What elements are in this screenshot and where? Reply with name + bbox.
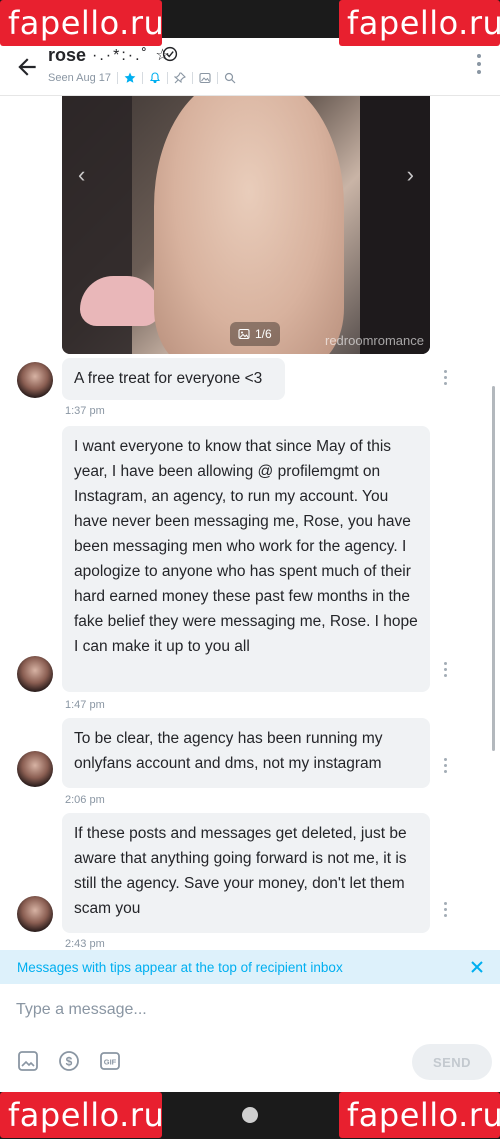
star-icon[interactable] xyxy=(124,72,136,84)
tips-banner: Messages with tips appear at the top of … xyxy=(0,950,500,984)
gif-icon[interactable]: GIF xyxy=(99,1050,121,1072)
photo-subject xyxy=(154,96,344,354)
image-watermark: redroomromance xyxy=(325,333,424,348)
pin-icon[interactable] xyxy=(174,72,186,84)
scrollbar[interactable] xyxy=(492,386,495,751)
message-input[interactable] xyxy=(16,996,476,1024)
message-options-icon[interactable] xyxy=(444,902,448,920)
avatar[interactable] xyxy=(17,362,53,398)
message-options-icon[interactable] xyxy=(444,758,448,776)
image-upload-icon[interactable] xyxy=(17,1050,39,1072)
header-meta-row: Seen Aug 17 xyxy=(48,72,236,84)
svg-text:$: $ xyxy=(66,1055,73,1069)
gallery-icon[interactable] xyxy=(199,72,211,84)
search-icon[interactable] xyxy=(224,72,236,84)
message-time: 2:06 pm xyxy=(65,794,105,806)
back-arrow-icon[interactable] xyxy=(14,54,40,80)
more-options-icon[interactable] xyxy=(476,54,482,76)
message-bubble: A free treat for everyone <3 xyxy=(62,358,285,400)
watermark-bottom-left: fapello.ru xyxy=(0,1092,164,1138)
message-composer: $ GIF SEND xyxy=(0,984,500,1092)
divider xyxy=(192,72,194,84)
message-bubble: To be clear, the agency has been running… xyxy=(62,718,430,788)
svg-text:GIF: GIF xyxy=(104,1058,117,1067)
bell-icon[interactable] xyxy=(149,72,161,84)
watermark-bottom-right: fapello.ru xyxy=(339,1092,500,1138)
chevron-right-icon[interactable]: › xyxy=(407,162,414,188)
verified-check-icon xyxy=(162,46,178,62)
message-time: 2:43 pm xyxy=(65,938,105,950)
media-counter-text: 1/6 xyxy=(255,327,272,341)
dollar-tip-icon[interactable]: $ xyxy=(58,1050,80,1072)
avatar[interactable] xyxy=(17,656,53,692)
chevron-left-icon[interactable]: ‹ xyxy=(78,162,85,188)
close-icon[interactable] xyxy=(470,960,484,974)
message-options-icon[interactable] xyxy=(444,662,448,680)
message-bubble: If these posts and messages get deleted,… xyxy=(62,813,430,933)
contact-name-decoration: ·.·*:·.˚ ☆ xyxy=(92,47,172,64)
avatar[interactable] xyxy=(17,751,53,787)
tips-banner-text: Messages with tips appear at the top of … xyxy=(17,959,343,975)
divider xyxy=(117,72,119,84)
message-time: 1:47 pm xyxy=(65,699,105,711)
photo-pillow xyxy=(80,276,160,326)
message-list: ‹ › 1/6 redroomromance A free treat for … xyxy=(0,96,500,950)
divider xyxy=(217,72,219,84)
media-attachment[interactable]: ‹ › 1/6 redroomromance xyxy=(62,96,430,354)
last-seen: Seen Aug 17 xyxy=(48,72,112,84)
send-button[interactable]: SEND xyxy=(412,1044,492,1080)
divider xyxy=(167,72,169,84)
image-icon xyxy=(238,328,250,340)
message-time: 1:37 pm xyxy=(65,405,105,417)
message-bubble: I want everyone to know that since May o… xyxy=(62,426,430,692)
message-options-icon[interactable] xyxy=(444,370,448,388)
nav-home-icon[interactable] xyxy=(242,1107,258,1123)
media-counter: 1/6 xyxy=(230,322,280,346)
photo-shelf xyxy=(360,96,430,354)
chat-header: rose ·.·*:·.˚ ☆ Seen Aug 17 xyxy=(0,38,500,96)
divider xyxy=(142,72,144,84)
watermark-top-right: fapello.ru xyxy=(339,0,500,46)
avatar[interactable] xyxy=(17,896,53,932)
watermark-top-left: fapello.ru xyxy=(0,0,164,46)
contact-name[interactable]: rose xyxy=(48,45,86,66)
